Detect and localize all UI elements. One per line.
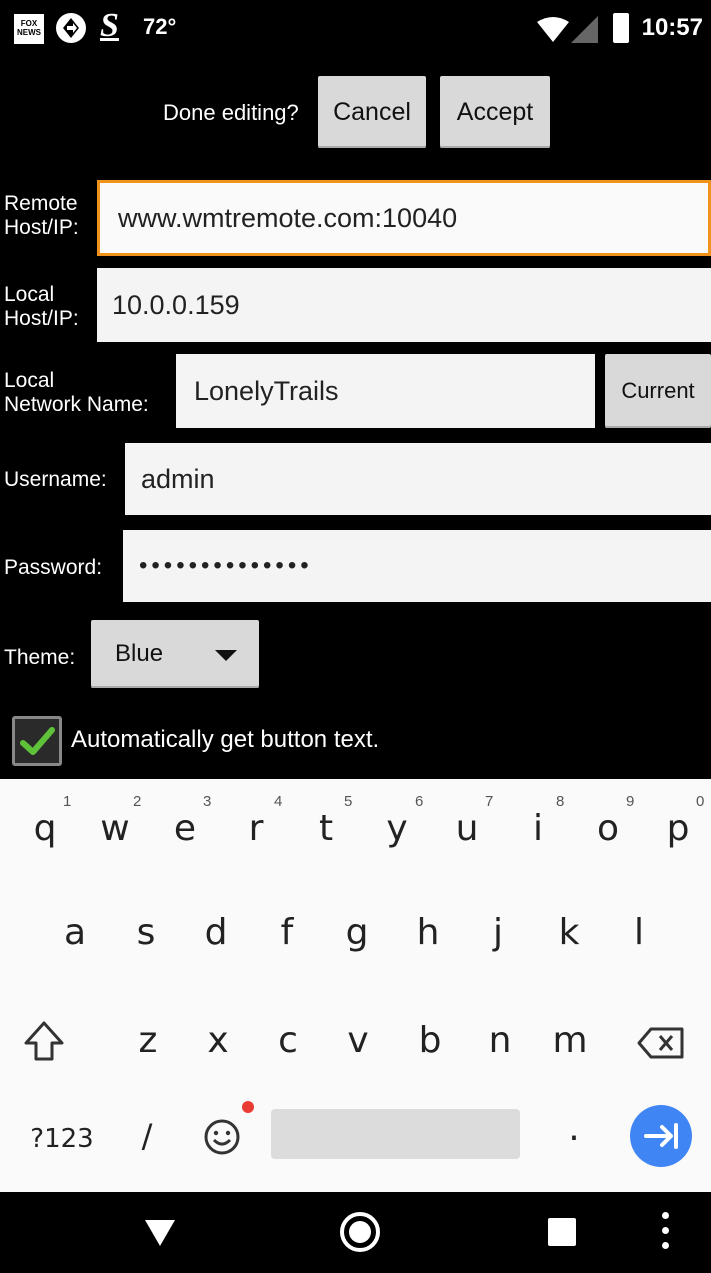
key-v[interactable]: v <box>328 1021 388 1061</box>
key-hint-y: 6 <box>415 793 424 810</box>
auto-text-checkbox[interactable] <box>12 716 62 766</box>
local-host-label: Local Host/IP: <box>4 283 79 330</box>
key-hint-w: 2 <box>133 793 142 810</box>
clock: 10:57 <box>641 14 703 41</box>
space-bar[interactable] <box>271 1109 520 1159</box>
key-c[interactable]: c <box>258 1021 318 1061</box>
network-name-input[interactable]: LonelyTrails <box>176 354 595 428</box>
key-f[interactable]: f <box>257 913 317 953</box>
checkmark-icon <box>20 727 55 755</box>
key-p[interactable]: p <box>648 809 708 849</box>
key-q[interactable]: q <box>15 809 75 849</box>
backspace-icon <box>637 1027 684 1059</box>
key-o[interactable]: o <box>578 809 638 849</box>
key-y[interactable]: y <box>367 809 427 849</box>
fox-news-icon: FOX NEWS <box>14 14 44 44</box>
soft-keyboard: q1w2e3r4t5y6u7i8o9p0 asdfghjkl zxcvbnm ?… <box>0 779 711 1192</box>
cell-signal-icon <box>571 16 599 49</box>
period-key[interactable]: . <box>544 1109 604 1149</box>
key-b[interactable]: b <box>400 1021 460 1061</box>
auto-text-label: Automatically get button text. <box>71 726 380 753</box>
key-r[interactable]: r <box>226 809 286 849</box>
navigation-app-icon <box>56 13 86 43</box>
username-input[interactable]: admin <box>125 443 711 515</box>
notification-dot <box>242 1101 254 1113</box>
symbols-key[interactable]: ?123 <box>22 1119 102 1159</box>
key-hint-u: 7 <box>485 793 494 810</box>
wifi-icon <box>536 16 570 49</box>
recents-icon[interactable] <box>548 1218 576 1246</box>
key-a[interactable]: a <box>45 913 105 953</box>
status-bar: FOX NEWS S 72° 10:57 <box>0 0 711 58</box>
local-host-input[interactable]: 10.0.0.159 <box>97 268 711 342</box>
theme-dropdown[interactable]: Blue <box>91 620 259 688</box>
emoji-key[interactable] <box>196 1101 254 1165</box>
cancel-button[interactable]: Cancel <box>318 76 426 148</box>
more-options-icon[interactable] <box>662 1212 670 1256</box>
dropdown-arrow-icon <box>215 650 237 661</box>
username-label: Username: <box>4 468 107 491</box>
slash-key[interactable]: / <box>117 1116 177 1156</box>
key-m[interactable]: m <box>540 1021 600 1061</box>
backspace-key[interactable] <box>636 1023 692 1067</box>
theme-value: Blue <box>115 640 164 667</box>
next-field-icon <box>644 1123 678 1149</box>
shift-icon <box>24 1021 64 1061</box>
current-network-button[interactable]: Current <box>605 354 711 428</box>
key-hint-o: 9 <box>626 793 635 810</box>
key-hint-i: 8 <box>556 793 565 810</box>
network-name-label: Local Network Name: <box>4 369 149 416</box>
key-e[interactable]: e <box>155 809 215 849</box>
temperature: 72° <box>143 14 177 39</box>
key-w[interactable]: w <box>85 809 145 849</box>
theme-label: Theme: <box>4 646 76 669</box>
remote-host-input[interactable]: www.wmtremote.com:10040 <box>97 180 711 256</box>
key-d[interactable]: d <box>186 913 246 953</box>
home-icon[interactable] <box>340 1212 380 1252</box>
key-z[interactable]: z <box>118 1021 178 1061</box>
enter-next-key[interactable] <box>630 1105 692 1167</box>
accept-button[interactable]: Accept <box>440 76 550 148</box>
key-i[interactable]: i <box>508 809 568 849</box>
key-x[interactable]: x <box>188 1021 248 1061</box>
back-icon[interactable] <box>143 1218 177 1253</box>
password-label: Password: <box>4 556 103 579</box>
key-j[interactable]: j <box>468 913 528 953</box>
key-n[interactable]: n <box>470 1021 530 1061</box>
key-h[interactable]: h <box>398 913 458 953</box>
battery-icon <box>613 13 629 43</box>
key-hint-r: 4 <box>274 793 283 810</box>
key-hint-q: 1 <box>63 793 72 810</box>
key-hint-p: 0 <box>696 793 705 810</box>
key-t[interactable]: t <box>296 809 356 849</box>
remote-host-label: Remote Host/IP: <box>4 192 79 239</box>
key-hint-t: 5 <box>344 793 353 810</box>
key-k[interactable]: k <box>539 913 599 953</box>
key-l[interactable]: l <box>609 913 669 953</box>
key-u[interactable]: u <box>437 809 497 849</box>
key-hint-e: 3 <box>203 793 212 810</box>
key-g[interactable]: g <box>327 913 387 953</box>
done-editing-prompt: Done editing? <box>163 100 299 125</box>
password-input[interactable]: •••••••••••••• <box>123 530 711 602</box>
system-nav-bar <box>0 1192 711 1273</box>
emoji-icon <box>204 1119 240 1155</box>
shift-key[interactable] <box>20 1017 76 1067</box>
s-app-icon: S <box>100 7 119 44</box>
key-s[interactable]: s <box>116 913 176 953</box>
